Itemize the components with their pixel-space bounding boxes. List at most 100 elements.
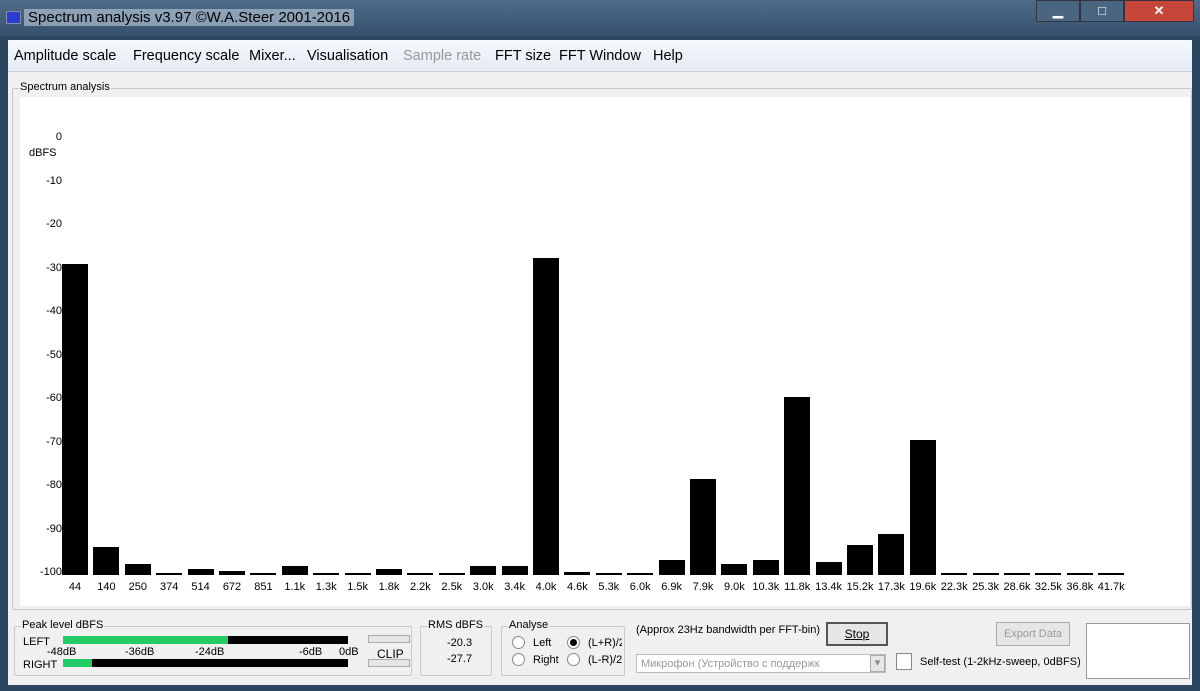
left-peak-meter — [63, 636, 348, 644]
spectrum-chart: dBFS 0 -10 -20 -30 -40 -50 -60 -70 -80 -90 -100 44 1… — [20, 97, 1190, 606]
menu-amplitude-scale[interactable]: Amplitude scale — [14, 48, 116, 64]
bandwidth-info: (Approx 23Hz bandwidth per FFT-bin) — [636, 624, 821, 636]
menu-fft-window[interactable]: FFT Window — [559, 48, 641, 64]
bar-2.2k — [407, 573, 434, 575]
x-tick-label: 514 — [191, 581, 210, 593]
app-icon — [6, 11, 21, 24]
x-tick-label: 1.3k — [315, 581, 337, 593]
bar-9.0k — [721, 564, 748, 575]
rms-left-value: -20.3 — [447, 637, 473, 649]
analyse-label: Analyse — [508, 619, 550, 631]
x-tick-label: 2.5k — [441, 581, 463, 593]
bar-3.4k — [501, 566, 528, 575]
output-box — [1086, 623, 1190, 679]
menu-fft-size[interactable]: FFT size — [495, 48, 551, 64]
bar-7.9k — [690, 479, 716, 575]
y-tick-label: -40 — [46, 305, 62, 317]
self-test-label: Self-test (1-2kHz-sweep, 0dBFS) — [920, 656, 1081, 668]
bar-250 — [124, 564, 151, 575]
x-tick-label: 374 — [160, 581, 179, 593]
x-tick-label: 851 — [254, 581, 273, 593]
bar-3.0k — [470, 566, 497, 575]
menu-frequency-scale[interactable]: Frequency scale — [133, 48, 239, 64]
scale-label: 0dB — [339, 646, 359, 658]
menu-help[interactable]: Help — [653, 48, 683, 64]
y-tick-label: -30 — [46, 261, 62, 274]
x-tick-label: 140 — [97, 581, 116, 593]
x-tick-label: 11.8k — [784, 581, 811, 593]
maximize-button[interactable]: □ — [1080, 0, 1124, 22]
bar-6.9k — [658, 559, 685, 575]
x-tick-label: 672 — [222, 581, 242, 593]
device-select-value: Микрофон (Устройство с поддержк — [641, 658, 820, 670]
bar-6.0k — [627, 573, 654, 575]
self-test-checkbox[interactable] — [896, 653, 912, 670]
bar-44 — [62, 264, 88, 575]
radio-diff-label: (L-R)/2 — [588, 654, 622, 666]
x-tick-label: 28.6k — [1003, 581, 1031, 593]
y-tick-label: -10 — [46, 174, 62, 187]
bar-13.4k — [815, 562, 842, 575]
x-tick-label: 1.5k — [347, 581, 368, 593]
right-channel-label: RIGHT — [23, 659, 58, 671]
radio-left[interactable] — [512, 636, 525, 649]
bar-11.8k — [784, 396, 811, 575]
peak-level-label: Peak level dBFS — [21, 619, 105, 631]
x-tick-label: 19.6k — [909, 581, 937, 593]
rms-label: RMS dBFS — [427, 619, 485, 631]
scale-label: -48dB — [47, 646, 77, 658]
menu-visualisation[interactable]: Visualisation — [307, 48, 388, 64]
bar-140 — [93, 546, 120, 575]
x-tick-label: 3.0k — [472, 581, 494, 593]
stop-button[interactable]: Stop — [826, 622, 888, 646]
radio-sum[interactable] — [567, 636, 580, 649]
left-clip-indicator — [368, 635, 410, 643]
x-tick-label: 25.3k — [972, 581, 1000, 593]
chevron-down-icon[interactable]: ▾ — [870, 655, 885, 672]
menu-bar: Amplitude scale Frequency scale Mixer...… — [8, 40, 1192, 72]
bar-1.3k — [313, 573, 340, 575]
close-button[interactable]: ✕ — [1124, 0, 1194, 22]
y-tick-label: 0 — [55, 131, 62, 143]
radio-diff[interactable] — [567, 653, 580, 666]
x-tick-label: 22.3k — [940, 581, 968, 593]
radio-sum-label: (L+R)/2 — [588, 637, 622, 649]
bar-4.0k — [533, 257, 559, 575]
x-tick-label: 6.0k — [629, 581, 651, 593]
radio-left-label: Left — [533, 637, 552, 649]
menu-sample-rate[interactable]: Sample rate — [403, 48, 481, 64]
x-tick-label: 17.3k — [877, 581, 905, 593]
y-tick-label: -100 — [39, 566, 62, 578]
bar-17.3k — [878, 533, 905, 575]
export-data-button[interactable]: Export Data — [996, 622, 1070, 646]
x-tick-label: 3.4k — [504, 581, 525, 593]
radio-right[interactable] — [512, 653, 525, 666]
peak-level-group: Peak level dBFS LEFT RIGHT -48dB -36dB -… — [14, 619, 412, 676]
title-bar: Spectrum analysis v3.97 ©W.A.Steer 2001-… — [0, 0, 1200, 36]
x-tick-label: 41.7k — [1097, 581, 1125, 593]
bar-28.6k — [1004, 573, 1030, 575]
bar-22.3k — [941, 573, 968, 575]
x-tick-label: 4.0k — [535, 581, 557, 593]
y-axis-label: dBFS — [29, 147, 57, 159]
x-tick-label: 13.4k — [815, 581, 843, 593]
bar-5.3k — [595, 573, 622, 575]
y-tick-label: -50 — [46, 348, 62, 361]
right-clip-indicator — [368, 659, 410, 667]
x-tick-label: 5.3k — [598, 581, 620, 593]
bar-10.3k — [752, 559, 779, 575]
analyse-group: Analyse Left Right (L+R)/2 (L-R)/2 — [501, 619, 625, 676]
bar-672 — [219, 570, 245, 575]
right-peak-meter — [63, 659, 348, 667]
y-tick-label: -80 — [46, 479, 62, 491]
device-select[interactable]: Микрофон (Устройство с поддержк — [636, 654, 886, 673]
x-tick-label: 1.8k — [378, 581, 400, 593]
minimize-button[interactable]: ▁ — [1036, 0, 1080, 22]
client-area: Amplitude scale Frequency scale Mixer...… — [8, 40, 1192, 685]
y-tick-label: -90 — [46, 522, 62, 535]
bar-36.8k — [1066, 573, 1093, 575]
menu-mixer[interactable]: Mixer... — [249, 48, 296, 64]
x-tick-label: 9.0k — [723, 581, 745, 593]
x-tick-label: 2.2k — [409, 581, 431, 593]
bar-4.6k — [564, 572, 591, 575]
